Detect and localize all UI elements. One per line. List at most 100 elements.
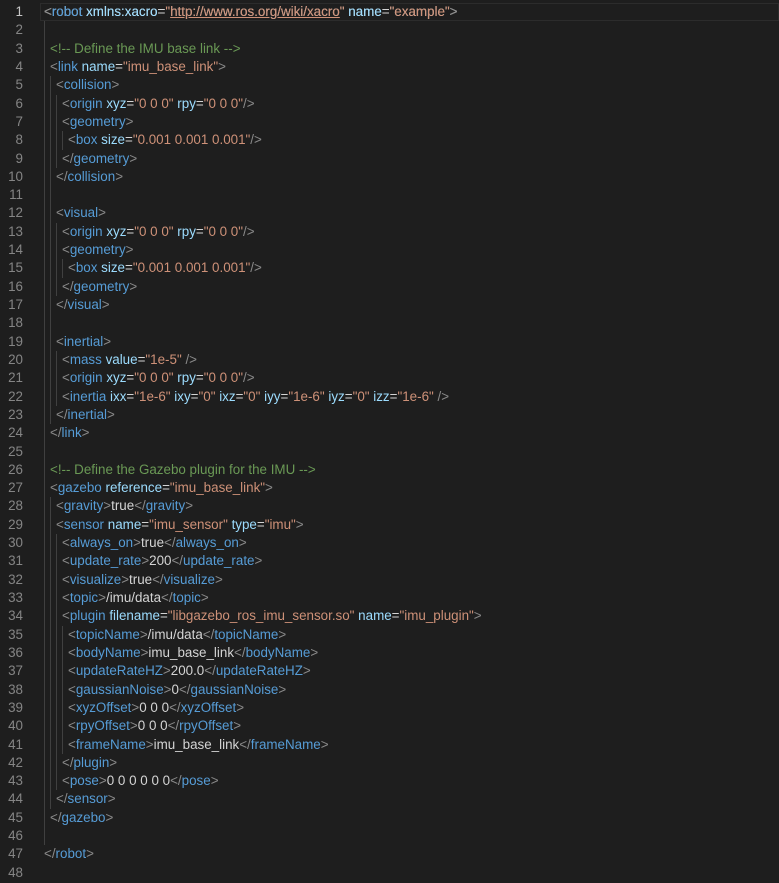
code-text[interactable]: <!-- Define the IMU base link -->	[50, 40, 241, 58]
line-number[interactable]: 5	[0, 76, 23, 94]
code-text[interactable]: <link name="imu_base_link">	[50, 58, 226, 76]
code-line[interactable]: 33 <topic>/imu/data</topic> <topic>/imu/da…	[0, 589, 779, 608]
code-line[interactable]: 3 <!-- Define the IMU base link --> <!-- D…	[0, 39, 779, 58]
line-number[interactable]: 17	[0, 296, 23, 314]
code-text[interactable]: <origin xyz="0 0 0" rpy="0 0 0"/>	[62, 223, 254, 241]
line-number[interactable]: 8	[0, 131, 23, 149]
line-number[interactable]: 28	[0, 497, 23, 515]
code-line[interactable]: 23 </inertial> </inertial>	[0, 405, 779, 425]
code-line[interactable]: 13 <origin xyz="0 0 0" rpy="0 0 0"/> <orig…	[0, 222, 779, 242]
line-number[interactable]: 4	[0, 58, 23, 76]
line-number[interactable]: 46	[0, 827, 23, 845]
line-number[interactable]: 29	[0, 516, 23, 534]
code-line[interactable]: 42 </plugin> </plugin>	[0, 753, 779, 773]
code-text[interactable]: <collision>	[56, 76, 119, 94]
line-number[interactable]: 37	[0, 662, 23, 680]
code-text[interactable]: <plugin filename="libgazebo_ros_imu_sens…	[62, 607, 482, 625]
line-number[interactable]: 7	[0, 113, 23, 131]
code-text[interactable]: <inertia ixx="1e-6" ixy="0" ixz="0" iyy=…	[62, 388, 449, 406]
code-line[interactable]: 20 <mass value="1e-5" /> <mass value="1e-5…	[0, 350, 779, 370]
code-text[interactable]: <sensor name="imu_sensor" type="imu">	[56, 516, 304, 534]
code-text[interactable]: <frameName>imu_base_link</frameName>	[68, 736, 329, 754]
code-line[interactable]: 47 </robot> </robot>	[0, 845, 779, 864]
code-text[interactable]: <geometry>	[62, 113, 133, 131]
code-line[interactable]: 9 </geometry> </geometry>	[0, 149, 779, 168]
code-line[interactable]: 25	[0, 442, 779, 461]
code-text[interactable]: </inertial>	[56, 406, 115, 424]
line-number[interactable]: 43	[0, 772, 23, 790]
code-line[interactable]: 12 <visual> <visual>	[0, 204, 779, 223]
line-number[interactable]: 27	[0, 479, 23, 497]
code-text[interactable]: <gravity>true</gravity>	[56, 497, 193, 515]
code-text[interactable]: <topicName>/imu/data</topicName>	[68, 626, 286, 644]
code-text[interactable]: <mass value="1e-5" />	[62, 351, 197, 369]
code-line[interactable]: 36 <bodyName>imu_base_link</bodyName> <bod…	[0, 643, 779, 663]
code-text[interactable]: <always_on>true</always_on>	[62, 534, 247, 552]
code-line[interactable]: 46	[0, 827, 779, 846]
line-number[interactable]: 24	[0, 424, 23, 442]
code-line[interactable]: 40 <rpyOffset>0 0 0</rpyOffset> <rpyOffset…	[0, 717, 779, 736]
code-editor[interactable]: 1 <robot xmlns:xacro="http://www.ros.org/…	[0, 3, 779, 882]
code-text[interactable]: <origin xyz="0 0 0" rpy="0 0 0"/>	[62, 369, 254, 387]
line-number[interactable]: 22	[0, 388, 23, 406]
code-line[interactable]: 8 <box size="0.001 0.001 0.001"/> <box siz…	[0, 131, 779, 150]
line-number[interactable]: 38	[0, 681, 23, 699]
line-number[interactable]: 42	[0, 754, 23, 772]
code-text[interactable]: <visual>	[56, 204, 106, 222]
line-number[interactable]: 10	[0, 168, 23, 186]
line-number[interactable]: 25	[0, 443, 23, 461]
code-line[interactable]: 32 <visualize>true</visualize> <visualize>…	[0, 570, 779, 589]
line-number[interactable]: 9	[0, 150, 23, 168]
line-number[interactable]: 13	[0, 223, 23, 241]
code-line[interactable]: 30 <always_on>true</always_on> <always_on>…	[0, 534, 779, 553]
code-line[interactable]: 1 <robot xmlns:xacro="http://www.ros.org/…	[0, 3, 779, 22]
code-line[interactable]: 21 <origin xyz="0 0 0" rpy="0 0 0"/> <orig…	[0, 369, 779, 388]
code-text[interactable]: <robot xmlns:xacro="http://www.ros.org/w…	[44, 3, 457, 21]
code-text[interactable]: <box size="0.001 0.001 0.001"/>	[68, 131, 262, 149]
line-number[interactable]: 36	[0, 644, 23, 662]
code-line[interactable]: 4 <link name="imu_base_link"> <link name="…	[0, 57, 779, 77]
line-number[interactable]: 45	[0, 809, 23, 827]
code-text[interactable]: </geometry>	[62, 278, 137, 296]
code-text[interactable]: </link>	[50, 424, 89, 442]
code-line[interactable]: 6 <origin xyz="0 0 0" rpy="0 0 0"/> <origi…	[0, 94, 779, 113]
code-line[interactable]: 2	[0, 21, 779, 40]
code-text[interactable]: <origin xyz="0 0 0" rpy="0 0 0"/>	[62, 95, 254, 113]
code-line[interactable]: 41 <frameName>imu_base_link</frameName> <f…	[0, 735, 779, 754]
line-number[interactable]: 3	[0, 40, 23, 58]
code-text[interactable]: <xyzOffset>0 0 0</xyzOffset>	[68, 699, 244, 717]
code-text[interactable]: <visualize>true</visualize>	[62, 571, 223, 589]
line-number[interactable]: 6	[0, 95, 23, 113]
line-number[interactable]: 21	[0, 369, 23, 387]
code-text[interactable]: </geometry>	[62, 150, 137, 168]
line-number[interactable]: 23	[0, 406, 23, 424]
code-line[interactable]: 5 <collision> <collision>	[0, 76, 779, 95]
line-number[interactable]: 35	[0, 626, 23, 644]
code-line[interactable]: 34 <plugin filename="libgazebo_ros_imu_se…	[0, 607, 779, 626]
code-line[interactable]: 26 <!-- Define the Gazebo plugin for the …	[0, 460, 779, 480]
line-number[interactable]: 33	[0, 589, 23, 607]
line-number[interactable]: 34	[0, 607, 23, 625]
code-text[interactable]: </collision>	[56, 168, 123, 186]
code-text[interactable]: <geometry>	[62, 241, 133, 259]
code-line[interactable]: 45 </gazebo> </gazebo>	[0, 808, 779, 828]
code-text[interactable]: <update_rate>200</update_rate>	[62, 552, 262, 570]
code-text[interactable]: <inertial>	[56, 333, 111, 351]
line-number[interactable]: 20	[0, 351, 23, 369]
line-number[interactable]: 47	[0, 845, 23, 863]
code-line[interactable]: 7 <geometry> <geometry>	[0, 112, 779, 132]
line-number[interactable]: 40	[0, 717, 23, 735]
line-number[interactable]: 48	[0, 864, 23, 882]
line-number[interactable]: 14	[0, 241, 23, 259]
code-line[interactable]: 43 <pose>0 0 0 0 0 0</pose> <pose>0 0 0 0 …	[0, 772, 779, 791]
code-line[interactable]: 39 <xyzOffset>0 0 0</xyzOffset> <xyzOffset…	[0, 698, 779, 718]
code-line[interactable]: 18	[0, 314, 779, 333]
code-line[interactable]: 28 <gravity>true</gravity> <gravity>true</…	[0, 497, 779, 516]
line-number[interactable]: 2	[0, 21, 23, 39]
code-line[interactable]: 37 <updateRateHZ>200.0</updateRateHZ> <upd…	[0, 662, 779, 681]
code-line[interactable]: 22 <inertia ixx="1e-6" ixy="0" ixz="0" iy…	[0, 387, 779, 406]
code-line[interactable]: 17 </visual> </visual>	[0, 296, 779, 315]
code-text[interactable]: </sensor>	[56, 790, 116, 808]
code-text[interactable]: <updateRateHZ>200.0</updateRateHZ>	[68, 662, 311, 680]
code-line[interactable]: 24 </link> </link>	[0, 424, 779, 443]
